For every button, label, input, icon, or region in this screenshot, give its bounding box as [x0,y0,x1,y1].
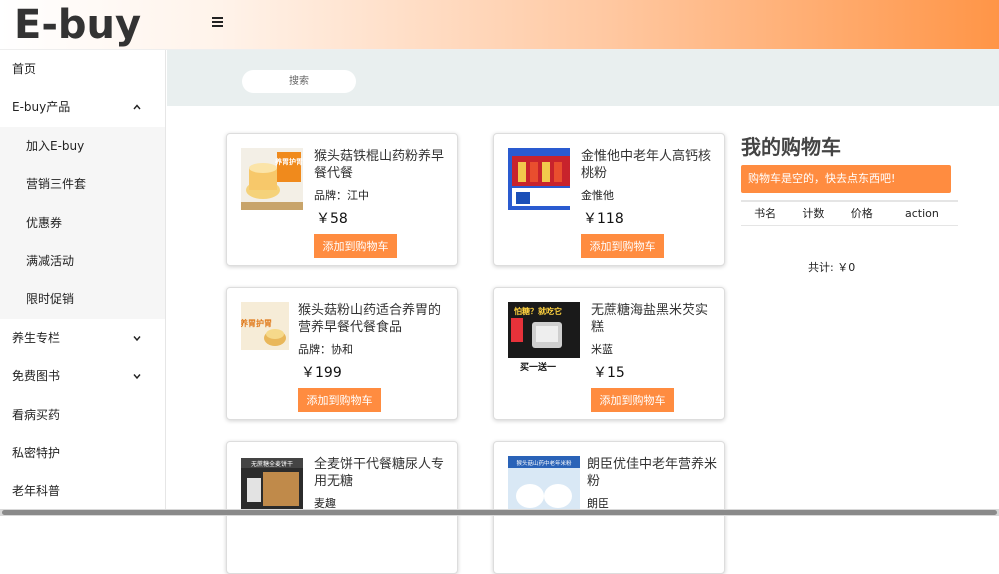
product-price: ￥58 [316,211,348,227]
site-logo[interactable]: E-buy [14,2,141,48]
cart-empty-alert: 购物车是空的，快去点东西吧! [741,165,951,193]
sidebar-item-discount-events[interactable]: 满减活动 [0,241,165,281]
sidebar-item-label: 限时促销 [26,292,75,307]
product-brand: 金惟他 [581,189,614,202]
cart-column-header: 计数 [789,200,838,226]
sidebar-item-label: 老年科普 [12,484,61,499]
product-image: 养胃护胃 [241,148,303,210]
product-card: 养胃护胃 猴头菇铁棍山药粉养早餐代餐 品牌：江中 ￥58 添加到购物车 [226,133,458,266]
sidebar-item-medical[interactable]: 看病买药 [0,396,165,434]
sidebar-item-label: 私密特护 [12,445,61,460]
product-card: 养胃护胃 猴头菇粉山药适合养胃的营养早餐代餐食品 品牌：协和 ￥199 添加到购… [226,287,458,420]
sidebar-item-label: 满减活动 [26,253,75,268]
thumb-label: 养胃护胃 [274,157,303,166]
product-card: 无蔗糖全麦饼干 全麦饼干代餐糖尿人专用无糖 麦趣 [226,441,458,574]
cart-column-header: action [885,200,958,226]
product-card: 猴头菇山药中老年米粉 朗臣优佳中老年营养米粉 朗臣 [493,441,725,574]
horizontal-scrollbar[interactable] [0,509,999,516]
sidebar-item-label: 看病买药 [12,407,61,422]
cart-total: 共计: ￥0 [808,261,856,274]
product-name[interactable]: 猴头菇铁棍山药粉养早餐代餐 [314,148,449,182]
thumb-label: 买一送一 [520,361,556,373]
thumb-label: 无蔗糖全麦饼干 [251,460,293,468]
cart-table: 书名 计数 价格 action [741,200,958,226]
thumb-label: 养胃护胃 [241,318,272,328]
search-band [167,50,999,106]
sidebar-item-label: 养生专栏 [12,330,61,345]
sidebar-item-join-ebuy[interactable]: 加入E-buy [0,126,165,166]
sidebar-item-health-column[interactable]: 养生专栏 [0,319,165,357]
sidebar-item-label: 优惠券 [26,215,63,230]
search-input[interactable] [242,70,356,93]
sidebar-item-free-books[interactable]: 免费图书 [0,357,165,395]
product-name[interactable]: 猴头菇粉山药适合养胃的营养早餐代餐食品 [298,302,443,336]
sidebar-item-home[interactable]: 首页 [0,50,165,88]
scrollbar-thumb[interactable] [2,510,997,515]
sidebar-item-label: 营销三件套 [26,177,87,192]
sidebar-item-flash-sale[interactable]: 限时促销 [0,280,165,319]
chevron-down-icon [133,335,141,341]
product-card: 金惟他中老年人高钙核桃粉 金惟他 ￥118 添加到购物车 [493,133,725,266]
add-to-cart-button[interactable]: 添加到购物车 [591,388,674,412]
cart-column-header: 书名 [741,200,790,226]
sidebar-item-elder-science[interactable]: 老年科普 [0,472,165,510]
product-image [508,148,570,210]
add-to-cart-button[interactable]: 添加到购物车 [314,234,397,258]
chevron-up-icon [133,104,141,110]
product-image: 养胃护胃 [241,302,289,350]
sidebar-item-ebuy-products[interactable]: E-buy产品 [0,88,165,126]
sidebar-item-coupons[interactable]: 优惠券 [0,203,165,242]
product-name[interactable]: 无蔗糖海盐黑米芡实糕 [591,302,716,336]
sidebar-item-label: 首页 [12,62,37,76]
product-price: ￥118 [583,211,624,227]
product-card: 怕糖？就吃它 买一送一 无蔗糖海盐黑米芡实糕 米蓝 ￥15 添加到购物车 [493,287,725,420]
thumb-label: 怕糖？就吃它 [514,306,562,316]
product-image: 怕糖？就吃它 买一送一 [508,302,580,374]
sidebar-nav: 首页 E-buy产品 加入E-buy 营销三件套 优惠券 满减活动 限时促销 养… [0,50,166,516]
add-to-cart-button[interactable]: 添加到购物车 [581,234,664,258]
product-image: 无蔗糖全麦饼干 [241,458,303,510]
sidebar-item-label: 加入E-buy [26,138,85,153]
product-image: 猴头菇山药中老年米粉 [508,456,580,512]
thumb-label: 猴头菇山药中老年米粉 [516,459,572,467]
sidebar-item-private-care[interactable]: 私密特护 [0,434,165,472]
sidebar-item-label: E-buy产品 [12,100,71,115]
chevron-down-icon [133,374,141,380]
sidebar-item-label: 免费图书 [12,369,61,384]
top-header: E-buy [0,0,999,50]
product-name[interactable]: 全麦饼干代餐糖尿人专用无糖 [314,456,449,490]
product-brand: 品牌：协和 [298,343,353,356]
product-name[interactable]: 金惟他中老年人高钙核桃粉 [581,148,716,182]
product-price: ￥199 [301,365,342,381]
cart-title: 我的购物车 [741,135,841,159]
cart-column-header: 价格 [837,200,886,226]
product-brand: 品牌：江中 [314,189,369,202]
add-to-cart-button[interactable]: 添加到购物车 [298,388,381,412]
hamburger-icon[interactable] [210,12,226,34]
sidebar-item-marketing-kit[interactable]: 营销三件套 [0,165,165,204]
product-name[interactable]: 朗臣优佳中老年营养米粉 [587,456,717,490]
product-brand: 米蓝 [591,343,613,356]
product-price: ￥15 [593,365,625,381]
